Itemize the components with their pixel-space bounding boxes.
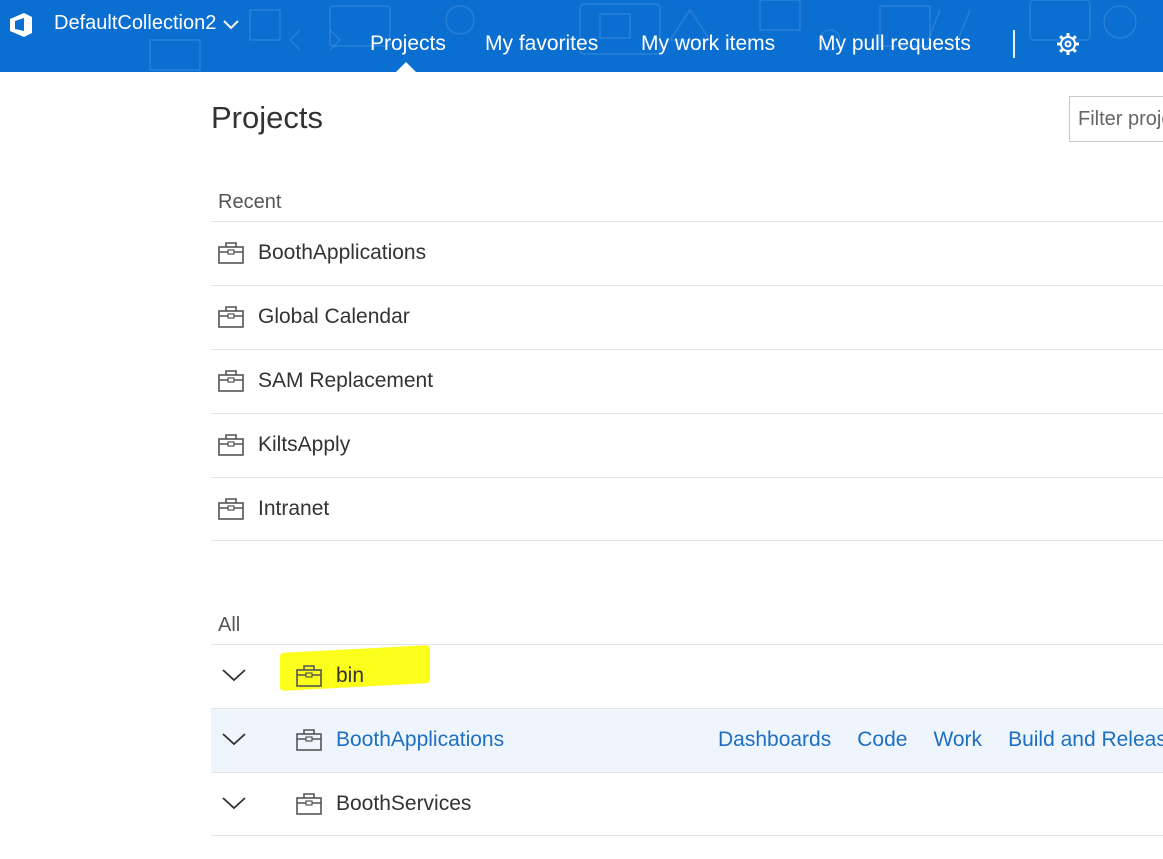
chevron-down-icon[interactable]	[221, 795, 247, 811]
nav-my-favorites[interactable]: My favorites	[485, 32, 598, 56]
briefcase-icon	[218, 306, 244, 328]
briefcase-icon	[296, 793, 322, 815]
briefcase-icon	[296, 729, 322, 751]
all-project-row[interactable]: bin	[211, 644, 1163, 708]
briefcase-icon	[218, 434, 244, 456]
recent-project-row[interactable]: Global Calendar	[211, 285, 1163, 349]
chevron-down-icon	[223, 19, 240, 29]
project-name[interactable]: BoothServices	[336, 792, 471, 816]
briefcase-icon	[296, 665, 322, 687]
project-name[interactable]: bin	[336, 664, 364, 688]
all-project-row[interactable]: BoothServices	[211, 772, 1163, 836]
briefcase-icon	[218, 370, 244, 392]
chevron-down-icon[interactable]	[221, 667, 247, 683]
link-dashboards[interactable]: Dashboards	[718, 728, 831, 751]
filter-projects-input[interactable]	[1069, 96, 1163, 142]
active-nav-indicator	[396, 62, 416, 72]
link-build-and-release[interactable]: Build and Release	[1008, 728, 1163, 751]
recent-section-label: Recent	[218, 191, 282, 213]
briefcase-icon	[218, 498, 244, 520]
project-quick-links: Dashboards Code Work Build and Release	[718, 728, 1163, 752]
project-name[interactable]: Global Calendar	[258, 305, 410, 329]
azure-devops-logo-icon[interactable]	[6, 10, 36, 40]
nav-my-work-items[interactable]: My work items	[641, 32, 775, 56]
recent-project-row[interactable]: SAM Replacement	[211, 349, 1163, 413]
page-title: Projects	[211, 100, 323, 135]
recent-project-row[interactable]: KiltsApply	[211, 413, 1163, 477]
link-code[interactable]: Code	[857, 728, 907, 751]
nav-projects[interactable]: Projects	[370, 32, 446, 56]
link-work[interactable]: Work	[933, 728, 982, 751]
nav-divider	[1013, 30, 1015, 58]
recent-project-row[interactable]: BoothApplications	[211, 221, 1163, 285]
chevron-down-icon[interactable]	[221, 731, 247, 747]
project-name[interactable]: BoothApplications	[336, 728, 504, 752]
gear-icon[interactable]	[1056, 32, 1080, 56]
nav-my-pull-requests[interactable]: My pull requests	[818, 32, 971, 56]
top-navigation-bar: DefaultCollection2 Projects My favorites…	[0, 0, 1163, 72]
project-name[interactable]: BoothApplications	[258, 241, 426, 265]
all-section-label: All	[218, 614, 241, 636]
recent-project-row[interactable]: Intranet	[211, 477, 1163, 541]
collection-selector[interactable]: DefaultCollection2	[54, 12, 240, 35]
project-name[interactable]: Intranet	[258, 497, 329, 521]
all-project-row[interactable]: BoothApplications Dashboards Code Work Buil…	[211, 708, 1163, 772]
collection-name: DefaultCollection2	[54, 12, 217, 34]
briefcase-icon	[218, 242, 244, 264]
project-name[interactable]: SAM Replacement	[258, 369, 433, 393]
project-name[interactable]: KiltsApply	[258, 433, 350, 457]
